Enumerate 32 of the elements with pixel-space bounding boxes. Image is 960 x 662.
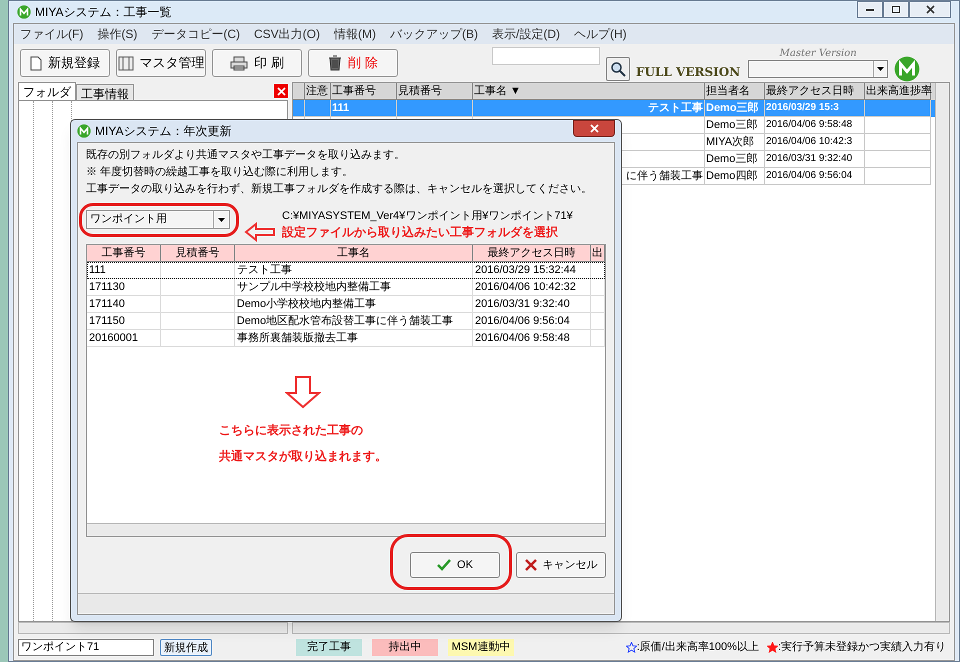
- edition-note: Master Version: [780, 48, 857, 60]
- grid-cell: Demo四郎: [705, 168, 765, 185]
- instruction-text: 既存の別フォルダより共通マスタや工事データを取り込みます。: [86, 148, 406, 163]
- table-cell: 2016/03/29 15:32:44: [472, 262, 592, 279]
- legend-note: :原価/出来高率100%以上: [636, 640, 759, 655]
- window-title: MIYAシステム：工事一覧: [35, 4, 172, 21]
- grid-cell: 2016/04/06 9:56:04: [765, 168, 865, 185]
- status-legend: 持出中: [372, 638, 438, 656]
- table-cell: 2016/04/06 10:42:32: [472, 279, 592, 296]
- table-cell: 171140: [87, 296, 161, 313]
- status-legend: MSM連動中: [448, 638, 514, 656]
- table-cell: 2016/04/06 9:58:48: [472, 330, 592, 347]
- annotation-text: 共通マスタが取り込まれます。: [219, 448, 387, 465]
- folder-path: C:¥MIYASYSTEM_Ver4¥ワンポイント用¥ワンポイント71¥: [282, 209, 573, 224]
- instruction-text: ※ 年度切替時の繰越工事を取り込む際に利用します。: [86, 164, 354, 180]
- table-cell: 111: [87, 262, 161, 279]
- status-legend: 完了工事: [296, 638, 362, 656]
- table-cell: Demo地区配水管布設替工事に伴う舗装工事: [234, 313, 473, 330]
- table-cell: 2016/04/06 9:56:04: [472, 313, 592, 330]
- table-cell: 事務所裏舗装版撤去工事: [234, 330, 473, 347]
- annotation-text: こちらに表示された工事の: [219, 422, 364, 439]
- table-cell: 171130: [87, 279, 161, 296]
- table-cell: テスト工事: [234, 262, 473, 279]
- dialog-title: MIYAシステム：年次更新: [95, 123, 232, 140]
- table-cell: 20160001: [87, 330, 161, 347]
- edition-label: FULL VERSION: [636, 64, 740, 81]
- table-cell: Demo小学校校地内整備工事: [234, 296, 473, 313]
- table-cell: サンプル中学校校地内整備工事: [234, 279, 473, 296]
- table-cell: 171150: [87, 313, 161, 330]
- legend-note: :実行予算未登録かつ実績入力有り: [778, 640, 946, 655]
- table-cell: 2016/03/31 9:32:40: [472, 296, 592, 313]
- annotation-text: 設定ファイルから取り込みたい工事フォルダを選択: [282, 224, 559, 240]
